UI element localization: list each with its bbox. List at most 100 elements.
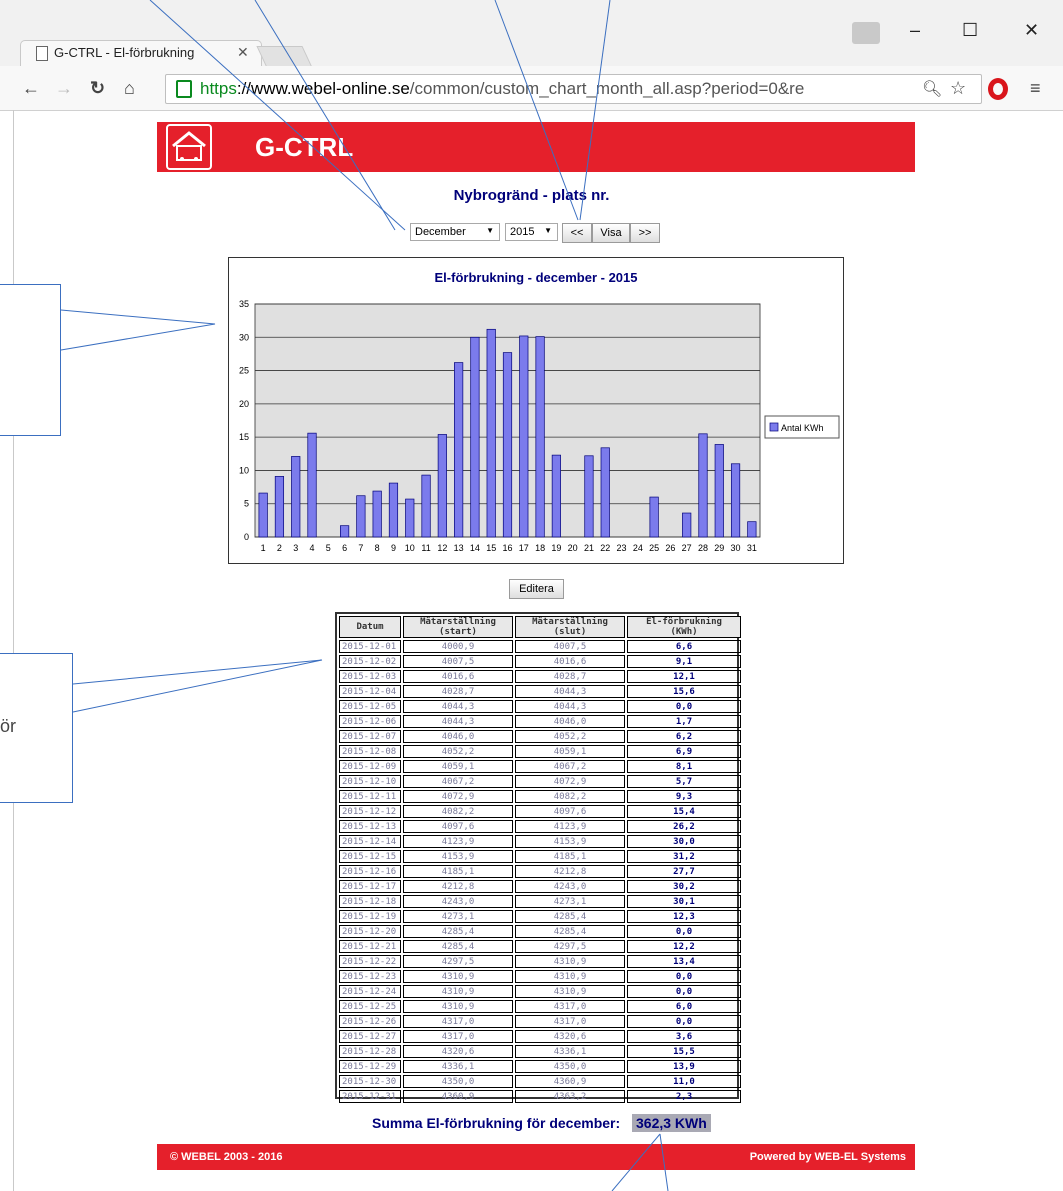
x-tick-label: 14 xyxy=(470,543,480,553)
cell-meter-start: 4007,5 xyxy=(403,655,513,668)
cell-date: 2015-12-20 xyxy=(339,925,401,938)
bar xyxy=(274,476,285,538)
usage-table: Datum Mätarställning (start) Mätarställn… xyxy=(337,614,743,1105)
cell-meter-end: 4285,4 xyxy=(515,910,625,923)
cell-meter-end: 4273,1 xyxy=(515,895,625,908)
cell-meter-end: 4044,3 xyxy=(515,685,625,698)
cell-meter-start: 4243,0 xyxy=(403,895,513,908)
cell-meter-end: 4212,8 xyxy=(515,865,625,878)
cell-usage: 26,2 xyxy=(627,820,741,833)
bar xyxy=(454,362,464,538)
bar xyxy=(258,492,268,538)
cell-usage: 12,3 xyxy=(627,910,741,923)
table-row: 2015-12-27 4317,0 4320,6 3,6 xyxy=(339,1030,741,1043)
cell-date: 2015-12-02 xyxy=(339,655,401,668)
table-row: 2015-12-23 4310,9 4310,9 0,0 xyxy=(339,970,741,983)
cell-meter-end: 4310,9 xyxy=(515,955,625,968)
table-row: 2015-12-22 4297,5 4310,9 13,4 xyxy=(339,955,741,968)
x-tick-label: 25 xyxy=(649,543,659,553)
cell-meter-end: 4317,0 xyxy=(515,1015,625,1028)
x-tick-label: 20 xyxy=(568,543,578,553)
x-tick-label: 26 xyxy=(665,543,675,553)
y-tick-label: 10 xyxy=(239,465,249,475)
x-tick-label: 9 xyxy=(391,543,396,553)
legend-label: Antal KWh xyxy=(781,423,824,433)
bar xyxy=(551,454,561,538)
bar xyxy=(405,498,415,538)
cell-date: 2015-12-25 xyxy=(339,1000,401,1013)
x-tick-label: 19 xyxy=(551,543,561,553)
table-row: 2015-12-01 4000,9 4007,5 6,6 xyxy=(339,640,741,653)
cell-usage: 13,9 xyxy=(627,1060,741,1073)
chart-callout-box xyxy=(0,284,61,436)
cell-meter-end: 4336,1 xyxy=(515,1045,625,1058)
cell-date: 2015-12-04 xyxy=(339,685,401,698)
table-row: 2015-12-29 4336,1 4350,0 13,9 xyxy=(339,1060,741,1073)
cell-meter-end: 4310,9 xyxy=(515,970,625,983)
cell-meter-start: 4028,7 xyxy=(403,685,513,698)
bar xyxy=(535,336,545,538)
table-row: 2015-12-15 4153,9 4185,1 31,2 xyxy=(339,850,741,863)
table-row: 2015-12-13 4097,6 4123,9 26,2 xyxy=(339,820,741,833)
x-tick-label: 22 xyxy=(600,543,610,553)
cell-usage: 2,3 xyxy=(627,1090,741,1103)
x-tick-label: 18 xyxy=(535,543,545,553)
bar xyxy=(714,444,724,538)
cell-meter-start: 4310,9 xyxy=(403,970,513,983)
x-tick-label: 17 xyxy=(519,543,529,553)
table-row: 2015-12-19 4273,1 4285,4 12,3 xyxy=(339,910,741,923)
cell-usage: 27,7 xyxy=(627,865,741,878)
cell-meter-end: 4028,7 xyxy=(515,670,625,683)
cell-meter-start: 4336,1 xyxy=(403,1060,513,1073)
cell-date: 2015-12-12 xyxy=(339,805,401,818)
cell-meter-end: 4297,5 xyxy=(515,940,625,953)
bar xyxy=(437,434,447,538)
table-row: 2015-12-02 4007,5 4016,6 9,1 xyxy=(339,655,741,668)
bar xyxy=(388,482,399,538)
summary-value: 362,3 KWh xyxy=(632,1114,711,1132)
cell-meter-end: 4059,1 xyxy=(515,745,625,758)
cell-date: 2015-12-16 xyxy=(339,865,401,878)
cell-meter-end: 4007,5 xyxy=(515,640,625,653)
cell-usage: 31,2 xyxy=(627,850,741,863)
cell-date: 2015-12-29 xyxy=(339,1060,401,1073)
x-tick-label: 12 xyxy=(437,543,447,553)
table-header-row: Datum Mätarställning (start) Mätarställn… xyxy=(339,616,741,638)
cell-meter-start: 4285,4 xyxy=(403,925,513,938)
cell-date: 2015-12-23 xyxy=(339,970,401,983)
x-tick-label: 24 xyxy=(633,543,643,553)
cell-date: 2015-12-27 xyxy=(339,1030,401,1043)
cell-usage: 8,1 xyxy=(627,760,741,773)
cell-meter-end: 4350,0 xyxy=(515,1060,625,1073)
cell-date: 2015-12-30 xyxy=(339,1075,401,1088)
cell-date: 2015-12-24 xyxy=(339,985,401,998)
bar xyxy=(747,521,757,538)
cell-meter-start: 4360,9 xyxy=(403,1090,513,1103)
cell-date: 2015-12-10 xyxy=(339,775,401,788)
cell-meter-end: 4243,0 xyxy=(515,880,625,893)
table-row: 2015-12-21 4285,4 4297,5 12,2 xyxy=(339,940,741,953)
cell-meter-start: 4317,0 xyxy=(403,1030,513,1043)
x-tick-label: 31 xyxy=(747,543,757,553)
table-callout-text: ör xyxy=(0,716,17,736)
x-tick-label: 23 xyxy=(617,543,627,553)
summary-label: Summa El-förbrukning för december: xyxy=(372,1115,621,1131)
footer-powered-by: Powered by WEB-EL Systems xyxy=(749,1151,906,1163)
edit-button[interactable]: Editera xyxy=(509,579,564,599)
table-row: 2015-12-18 4243,0 4273,1 30,1 xyxy=(339,895,741,908)
cell-meter-end: 4044,3 xyxy=(515,700,625,713)
cell-usage: 0,0 xyxy=(627,985,741,998)
y-tick-label: 30 xyxy=(239,332,249,342)
bar xyxy=(584,455,594,538)
cell-date: 2015-12-28 xyxy=(339,1045,401,1058)
cell-usage: 0,0 xyxy=(627,970,741,983)
x-tick-label: 15 xyxy=(486,543,496,553)
cell-usage: 0,0 xyxy=(627,925,741,938)
cell-date: 2015-12-31 xyxy=(339,1090,401,1103)
y-tick-label: 25 xyxy=(239,366,249,376)
cell-date: 2015-12-05 xyxy=(339,700,401,713)
cell-usage: 9,3 xyxy=(627,790,741,803)
column-header-usage: El-förbrukning (KWh) xyxy=(627,616,741,638)
table-row: 2015-12-16 4185,1 4212,8 27,7 xyxy=(339,865,741,878)
cell-date: 2015-12-26 xyxy=(339,1015,401,1028)
